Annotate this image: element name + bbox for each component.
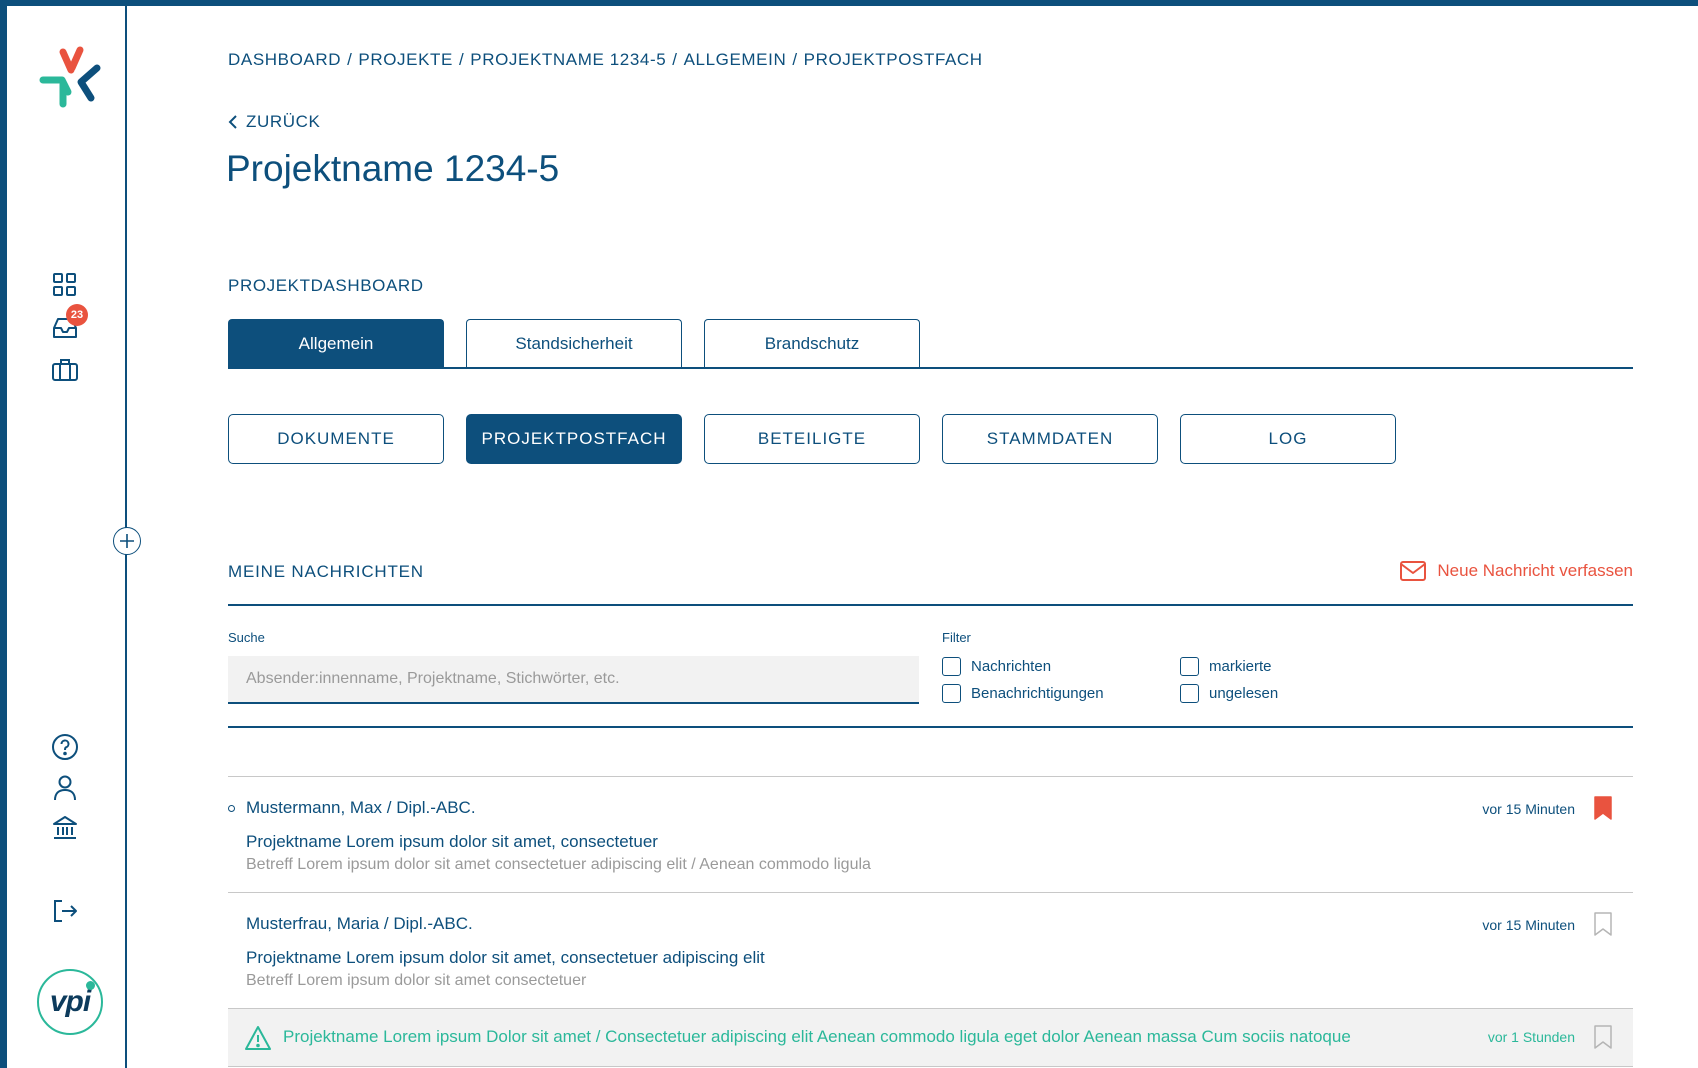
briefcase-icon[interactable] — [50, 355, 80, 385]
checkbox[interactable] — [942, 657, 961, 676]
vpi-logo: vpi — [37, 969, 103, 1035]
filter-benachrichtigungen-label: Benachrichtigungen — [971, 685, 1104, 702]
tab-brandschutz[interactable]: Brandschutz — [704, 319, 920, 367]
back-label: ZURÜCK — [246, 112, 321, 131]
checkbox[interactable] — [942, 684, 961, 703]
filter-divider — [228, 726, 1633, 728]
filter-markierte-label: markierte — [1209, 658, 1272, 675]
left-frame-bar — [0, 0, 7, 1068]
message-subject: Betreff Lorem ipsum dolor sit amet conse… — [246, 972, 587, 989]
tab-allgemein[interactable]: Allgemein — [228, 319, 444, 367]
search-input[interactable] — [228, 656, 919, 704]
inbox-icon[interactable]: 23 — [50, 304, 88, 342]
search-label: Suche — [228, 630, 265, 645]
notification-time: vor 1 Stunden — [1487, 1029, 1575, 1045]
filter-markierte[interactable]: markierte — [1180, 657, 1272, 676]
bookmark-filled-icon[interactable] — [1593, 795, 1613, 821]
app-logo[interactable] — [35, 42, 105, 112]
message-time: vor 15 Minuten — [1482, 801, 1575, 817]
filter-ungelesen-label: ungelesen — [1209, 685, 1279, 702]
subnav-projektpostfach[interactable]: PROJEKTPOSTFACH — [466, 414, 682, 464]
logout-icon[interactable] — [50, 896, 80, 926]
message-subject: Betreff Lorem ipsum dolor sit amet conse… — [246, 856, 871, 873]
tab-standsicherheit[interactable]: Standsicherheit — [466, 319, 682, 367]
envelope-icon — [1400, 561, 1427, 581]
bookmark-outline-icon[interactable] — [1593, 1024, 1613, 1050]
subnav-beteiligte[interactable]: BETEILIGTE — [704, 414, 920, 464]
new-message-label: Neue Nachricht verfassen — [1437, 561, 1633, 580]
unread-indicator — [228, 805, 235, 812]
message-project: Projektname Lorem ipsum dolor sit amet, … — [246, 948, 765, 967]
breadcrumb-projekte[interactable]: PROJEKTE — [358, 50, 453, 69]
message-sender: Mustermann, Max / Dipl.-ABC. — [246, 798, 476, 817]
breadcrumb-allgemein[interactable]: ALLGEMEIN — [684, 50, 787, 69]
bookmark-outline-icon[interactable] — [1593, 911, 1613, 937]
filter-ungelesen[interactable]: ungelesen — [1180, 684, 1278, 703]
message-sender: Musterfrau, Maria / Dipl.-ABC. — [246, 914, 473, 933]
help-icon[interactable] — [50, 732, 80, 762]
message-list: Mustermann, Max / Dipl.-ABC. Projektname… — [228, 776, 1633, 1067]
filter-nachrichten-label: Nachrichten — [971, 658, 1052, 675]
checkbox[interactable] — [1180, 657, 1199, 676]
notification-row[interactable]: Projektname Lorem ipsum Dolor sit amet /… — [228, 1008, 1633, 1067]
breadcrumb-projektpostfach[interactable]: PROJEKTPOSTFACH — [804, 50, 983, 69]
sidebar-toggle-plus-icon[interactable] — [113, 527, 141, 555]
breadcrumb-project[interactable]: PROJEKTNAME 1234-5 — [470, 50, 666, 69]
dashboard-tabs: Allgemein Standsicherheit Brandschutz — [228, 319, 1633, 369]
messages-header: MEINE NACHRICHTEN Neue Nachricht verfass… — [228, 560, 1633, 606]
sidebar: 23 vpi — [7, 6, 127, 1068]
main-content: DASHBOARD / PROJEKTE / PROJEKTNAME 1234-5/AL… — [226, 0, 1633, 1068]
subnav-dokumente[interactable]: DOKUMENTE — [228, 414, 444, 464]
message-row[interactable]: Musterfrau, Maria / Dipl.-ABC. Projektna… — [228, 892, 1633, 1008]
message-project: Projektname Lorem ipsum dolor sit amet, … — [246, 832, 658, 851]
filter-label: Filter — [942, 630, 971, 645]
message-row[interactable]: Mustermann, Max / Dipl.-ABC. Projektname… — [228, 776, 1633, 892]
filter-benachrichtigungen[interactable]: Benachrichtigungen — [942, 684, 1104, 703]
warning-triangle-icon — [245, 1026, 271, 1050]
dashboard-grid-icon[interactable] — [50, 270, 80, 300]
messages-title: MEINE NACHRICHTEN — [228, 562, 424, 581]
subnav-stammdaten[interactable]: STAMMDATEN — [942, 414, 1158, 464]
filter-nachrichten[interactable]: Nachrichten — [942, 657, 1051, 676]
user-profile-icon[interactable] — [50, 773, 80, 803]
breadcrumb: DASHBOARD / PROJEKTE / PROJEKTNAME 1234-5/AL… — [228, 50, 983, 69]
message-time: vor 15 Minuten — [1482, 917, 1575, 933]
back-link[interactable]: ZURÜCK — [228, 112, 320, 132]
chevron-left-icon — [228, 115, 237, 129]
breadcrumb-dashboard[interactable]: DASHBOARD — [228, 50, 341, 69]
page-title: Projektname 1234-5 — [226, 148, 560, 189]
inbox-count-badge: 23 — [66, 304, 88, 326]
new-message-button[interactable]: Neue Nachricht verfassen — [1399, 560, 1633, 582]
dashboard-section-label: PROJEKTDASHBOARD — [228, 276, 424, 295]
institution-bank-icon[interactable] — [50, 813, 80, 843]
notification-text: Projektname Lorem ipsum Dolor sit amet /… — [283, 1027, 1351, 1046]
subnav-log[interactable]: LOG — [1180, 414, 1396, 464]
checkbox[interactable] — [1180, 684, 1199, 703]
